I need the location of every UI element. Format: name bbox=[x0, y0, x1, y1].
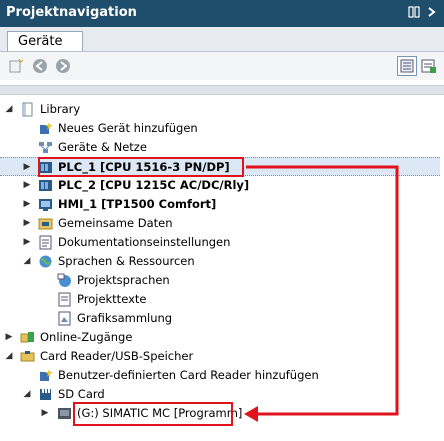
annotation-arrow bbox=[244, 165, 399, 422]
